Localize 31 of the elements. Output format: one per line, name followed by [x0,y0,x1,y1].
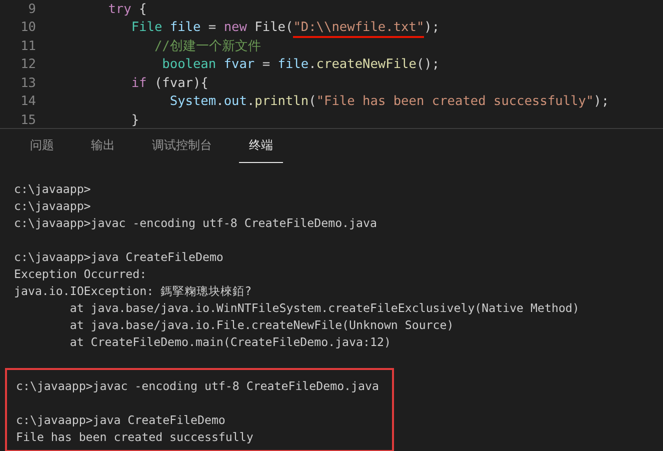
code-line: } [130,112,140,128]
terminal-line: c:\javaapp>java CreateFileDemo [14,249,224,266]
code-line: File file = new File("D:\\newfile.txt"); [62,20,440,36]
line-number: 11 [20,38,36,54]
terminal-line: Exception Occurred: [14,266,148,283]
code-line: //创建一个新文件 [153,38,261,55]
terminal-line: at CreateFileDemo.main(CreateFileDemo.java:12) [68,334,392,351]
line-number: 12 [20,57,36,72]
terminal-line: at java.base/java.io.WinNTFileSystem.createFileExclusively(Native Method) [68,300,580,317]
code-editor[interactable]: 9 try { 10 File file = new File("D:\\newfile.txt"); 11 //创建一个新文件 12 boolean fvar = file.createNewFile(); 13 if (fvar){ 14 System.out.println("File has been created successfully"); 15 } [0,0,663,129]
panel-tab[interactable]: 输出 [81,131,125,163]
line-number: 14 [20,94,36,110]
terminal-line: at java.base/java.io.File.createNewFile(Unknown Source) [68,317,455,334]
line-number: 15 [20,112,36,128]
panel-tab[interactable]: 调试控制台 [142,131,222,163]
line-number: 9 [27,2,36,17]
terminal-line: File has been created successfully [16,429,254,446]
terminal-line: c:\javaapp>javac -encoding utf-8 CreateFileDemo.java [16,378,378,395]
terminal-line: c:\javaapp>java CreateFileDemo [16,412,226,429]
panel-tab[interactable]: 终端 [239,131,283,163]
panel-tab[interactable]: 问题 [20,131,64,163]
terminal-line: c:\javaapp> [14,198,92,215]
code-line: boolean fvar = file.createNewFile(); [161,57,440,72]
terminal-line: c:\javaapp> [14,181,92,198]
line-number: 13 [20,76,36,91]
line-number: 10 [20,20,36,36]
code-line: System.out.println("File has been created successfully"); [168,94,610,110]
code-line: if (fvar){ [130,76,208,91]
terminal-line: c:\javaapp>javac -encoding utf-8 CreateFileDemo.java [14,215,378,232]
terminal-line: java.io.IOException: 鎷掔粷璁块棶銆? [14,283,253,300]
code-line: try { [107,2,147,17]
